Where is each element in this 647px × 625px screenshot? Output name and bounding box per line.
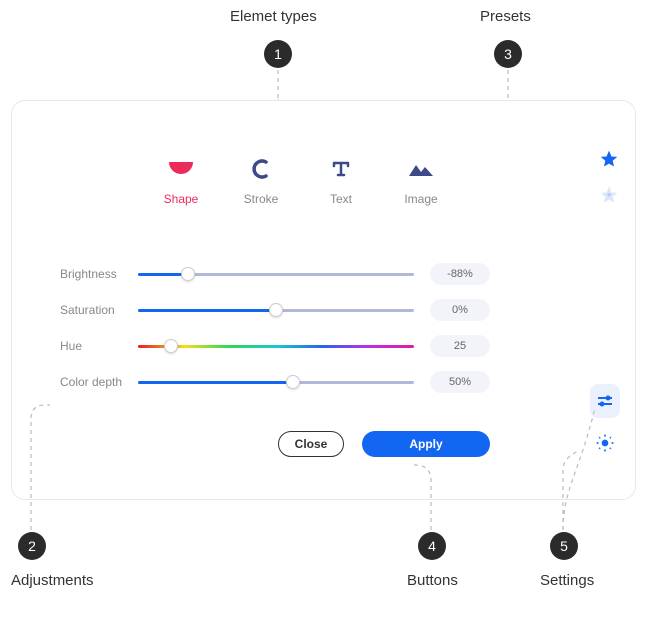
annotation-label-2: Adjustments [11,572,94,589]
shape-icon [168,156,194,182]
slider-hue: Hue 25 [60,328,490,364]
color-panel: Shape Stroke Text Image Brightness [11,100,636,500]
preset-add-button[interactable]: + [598,184,620,206]
slider-value: -88% [430,263,490,285]
slider-label: Brightness [60,267,138,281]
element-type-text[interactable]: Text [319,156,363,206]
stroke-icon [248,156,274,182]
annotation-label-4: Buttons [407,572,458,589]
annotation-badge-3: 3 [494,40,522,68]
adjustments-group: Brightness -88% Saturation 0% Hue 25 Col… [60,256,490,400]
slider-value: 25 [430,335,490,357]
slider-label: Saturation [60,303,138,317]
element-type-label: Stroke [244,192,279,206]
slider-thumb[interactable] [164,339,178,353]
element-type-label: Image [404,192,437,206]
annotation-label-5: Settings [540,572,594,589]
image-icon [408,156,434,182]
annotation-badge-5: 5 [550,532,578,560]
settings-sliders-button[interactable] [590,384,620,418]
slider-label: Color depth [60,375,138,389]
slider-thumb[interactable] [269,303,283,317]
slider-thumb[interactable] [286,375,300,389]
slider-track[interactable] [138,273,414,276]
preset-star-button[interactable] [598,148,620,170]
element-type-label: Text [330,192,352,206]
svg-text:+: + [607,190,612,200]
element-type-stroke[interactable]: Stroke [239,156,283,206]
annotation-badge-2: 2 [18,532,46,560]
slider-value: 0% [430,299,490,321]
side-icon-column: + [598,148,620,206]
slider-value: 50% [430,371,490,393]
element-type-image[interactable]: Image [399,156,443,206]
text-icon [328,156,354,182]
annotation-badge-1: 1 [264,40,292,68]
slider-color-depth: Color depth 50% [60,364,490,400]
slider-label: Hue [60,339,138,353]
slider-thumb[interactable] [181,267,195,281]
element-type-shape[interactable]: Shape [159,156,203,206]
settings-gear-button[interactable] [594,432,616,454]
button-row: Close Apply [278,431,490,457]
annotation-badge-4: 4 [418,532,446,560]
slider-brightness: Brightness -88% [60,256,490,292]
close-button[interactable]: Close [278,431,344,457]
slider-track[interactable] [138,381,414,384]
annotation-label-1: Elemet types [230,8,317,25]
slider-track[interactable] [138,309,414,312]
element-type-label: Shape [164,192,199,206]
slider-saturation: Saturation 0% [60,292,490,328]
apply-button[interactable]: Apply [362,431,490,457]
slider-track[interactable] [138,345,414,348]
element-types-row: Shape Stroke Text Image [159,156,443,206]
annotation-label-3: Presets [480,8,531,25]
